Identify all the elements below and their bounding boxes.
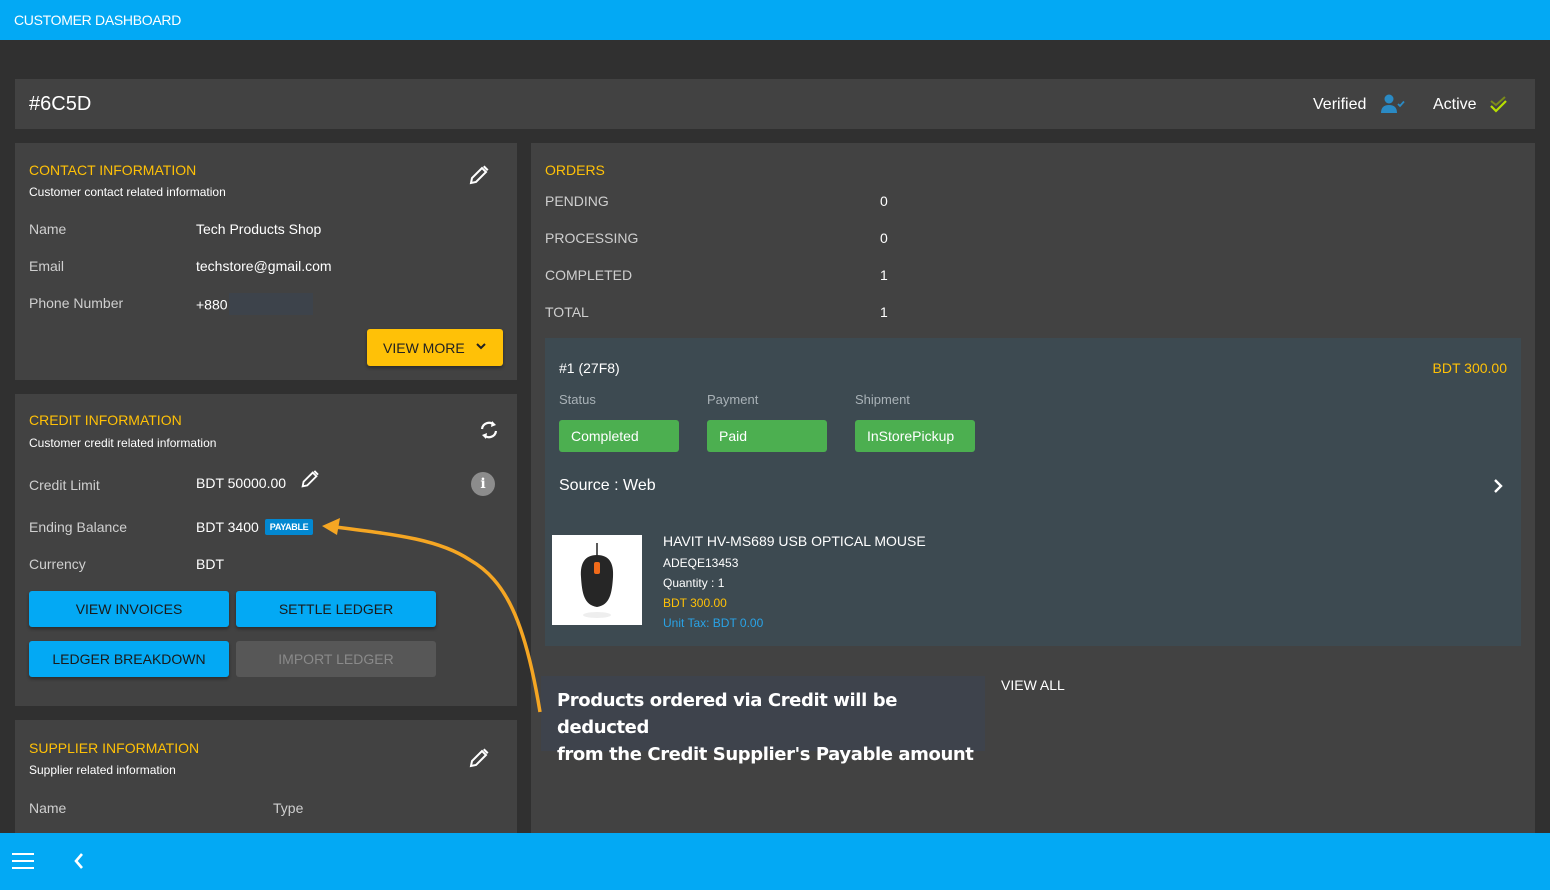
product-sku: ADEQE13453 [663, 556, 739, 570]
shipment-label: Shipment [855, 392, 910, 407]
order-card[interactable]: #1 (27F8) BDT 300.00 Status Payment Ship… [545, 338, 1521, 646]
hamburger-menu-icon[interactable] [12, 852, 34, 870]
ending-balance-label: Ending Balance [29, 519, 128, 535]
order-source: Source : Web [559, 477, 656, 494]
back-chevron-icon[interactable] [72, 852, 86, 870]
credit-title: CREDIT INFORMATION [29, 412, 182, 428]
customer-header: #6C5D Verified Active [15, 79, 1535, 129]
app-title: CUSTOMER DASHBOARD [14, 12, 182, 28]
currency-value: BDT [196, 556, 224, 572]
completed-count: 1 [880, 267, 888, 283]
processing-count: 0 [880, 230, 888, 246]
pending-label: PENDING [545, 193, 609, 209]
contact-name-label: Name [29, 221, 67, 237]
product-price: BDT 300.00 [663, 596, 727, 610]
order-total: BDT 300.00 [1432, 360, 1507, 376]
verified-user-icon [1381, 94, 1405, 113]
view-more-button[interactable]: VIEW MORE [367, 329, 503, 366]
phone-redaction [228, 293, 313, 315]
payment-label: Payment [707, 392, 759, 407]
credit-information-card: CREDIT INFORMATION Customer credit relat… [15, 394, 517, 706]
product-image [552, 535, 642, 625]
supplier-information-card: SUPPLIER INFORMATION Supplier related in… [15, 720, 517, 850]
contact-information-card: CONTACT INFORMATION Customer contact rel… [15, 143, 517, 380]
contact-name-value: Tech Products Shop [196, 221, 322, 237]
contact-phone-field: +880 [196, 293, 313, 317]
annotation-line-2: from the Credit Supplier's Payable amoun… [557, 744, 974, 765]
contact-email-label: Email [29, 258, 65, 274]
bottom-app-bar [0, 833, 1550, 890]
completed-label: COMPLETED [545, 267, 633, 283]
import-ledger-button: IMPORT LEDGER [236, 641, 436, 677]
contact-title: CONTACT INFORMATION [29, 162, 197, 178]
status-label: Status [559, 392, 596, 407]
order-id: #1 (27F8) [559, 360, 620, 376]
verified-label: Verified [1313, 96, 1367, 113]
chevron-down-icon [476, 343, 486, 350]
credit-limit-value: BDT 50000.00 [196, 475, 287, 491]
view-more-label: VIEW MORE [383, 340, 465, 356]
status-chip: Completed [559, 420, 679, 452]
supplier-type-column: Type [273, 800, 304, 816]
annotation-line-1: Products ordered via Credit will be dedu… [557, 690, 897, 738]
view-all-orders-link[interactable]: VIEW ALL [1001, 677, 1065, 693]
ending-balance-value: BDT 3400 [196, 519, 259, 535]
total-label: TOTAL [545, 304, 589, 320]
ending-balance-field: BDT 3400 PAYABLE [196, 519, 314, 536]
double-check-icon [1490, 96, 1507, 113]
chevron-right-icon[interactable] [1491, 477, 1505, 495]
orders-title: ORDERS [545, 162, 605, 178]
top-app-bar: CUSTOMER DASHBOARD [0, 0, 1550, 40]
settle-ledger-button[interactable]: SETTLE LEDGER [236, 591, 436, 627]
product-name: HAVIT HV-MS689 USB OPTICAL MOUSE [663, 533, 926, 549]
refresh-sync-icon[interactable] [477, 418, 501, 442]
payable-badge: PAYABLE [264, 519, 314, 536]
supplier-subtitle: Supplier related information [29, 763, 176, 777]
contact-phone-value: +880 [196, 296, 228, 313]
view-invoices-button[interactable]: VIEW INVOICES [29, 591, 229, 627]
product-unit-tax: Unit Tax: BDT 0.00 [663, 616, 764, 630]
ledger-breakdown-button[interactable]: LEDGER BREAKDOWN [29, 641, 229, 677]
info-icon[interactable]: i [471, 472, 495, 496]
currency-label: Currency [29, 556, 86, 572]
mouse-product-icon [580, 543, 614, 618]
payment-chip: Paid [707, 420, 827, 452]
edit-supplier-pencil-icon[interactable] [467, 746, 491, 770]
customer-id: #6C5D [29, 93, 92, 115]
supplier-title: SUPPLIER INFORMATION [29, 740, 200, 756]
credit-subtitle: Customer credit related information [29, 436, 217, 450]
edit-contact-pencil-icon[interactable] [467, 163, 491, 187]
contact-phone-label: Phone Number [29, 295, 124, 311]
contact-email-value: techstore@gmail.com [196, 258, 332, 274]
product-quantity: Quantity : 1 [663, 576, 725, 590]
contact-subtitle: Customer contact related information [29, 185, 226, 199]
total-count: 1 [880, 304, 888, 320]
pending-count: 0 [880, 193, 888, 209]
credit-limit-label: Credit Limit [29, 477, 100, 493]
edit-credit-limit-pencil-icon[interactable] [299, 468, 321, 490]
annotation-callout: Products ordered via Credit will be dedu… [541, 676, 985, 765]
supplier-name-column: Name [29, 800, 67, 816]
shipment-chip: InStorePickup [855, 420, 975, 452]
active-label: Active [1433, 96, 1477, 113]
processing-label: PROCESSING [545, 230, 639, 246]
